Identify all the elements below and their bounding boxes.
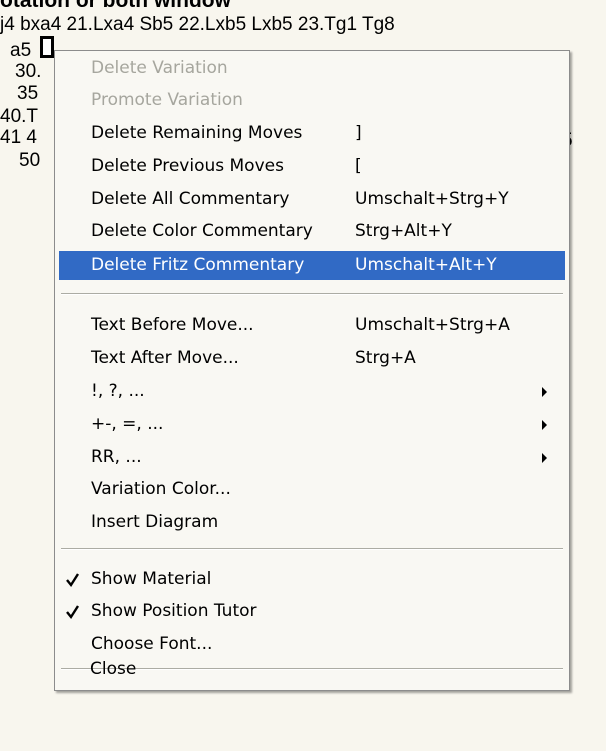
menu-item-shortcut: Umschalt+Strg+Y	[355, 189, 509, 209]
menu-item-label: Insert Diagram	[91, 512, 219, 532]
menu-item-label: Promote Variation	[91, 90, 243, 110]
menu-item-shortcut: Umschalt+Strg+A	[355, 315, 510, 335]
menu-item-text-before-move[interactable]: Text Before Move... Umschalt+Strg+A	[59, 311, 565, 340]
move-line[interactable]: 41 4	[0, 126, 37, 150]
menu-item-insert-diagram[interactable]: Insert Diagram	[59, 508, 565, 537]
menu-separator	[61, 548, 563, 550]
menu-item-label: Delete All Commentary	[91, 189, 290, 209]
menu-item-shortcut: Umschalt+Alt+Y	[355, 255, 497, 275]
menu-item-label: Delete Previous Moves	[91, 156, 284, 176]
menu-item-delete-color-commentary[interactable]: Delete Color Commentary Strg+Alt+Y	[59, 217, 565, 246]
menu-item-delete-remaining-moves[interactable]: Delete Remaining Moves ]	[59, 119, 565, 148]
menu-item-label: !, ?, ...	[91, 381, 145, 401]
menu-item-text-after-move[interactable]: Text After Move... Strg+A	[59, 344, 565, 373]
menu-item-label: Show Position Tutor	[91, 601, 257, 621]
menu-item-show-material[interactable]: Show Material	[59, 565, 565, 594]
menu-item-delete-variation[interactable]: Delete Variation	[59, 54, 565, 83]
menu-item-label: RR, ...	[91, 447, 142, 467]
submenu-arrow-icon	[542, 387, 547, 397]
menu-item-label: Show Material	[91, 569, 212, 589]
menu-item-label: Delete Color Commentary	[91, 221, 313, 241]
menu-item-label: Delete Remaining Moves	[91, 123, 303, 143]
menu-item-delete-all-commentary[interactable]: Delete All Commentary Umschalt+Strg+Y	[59, 185, 565, 214]
menu-item-label: Delete Variation	[91, 58, 228, 78]
move-line[interactable]: 50	[19, 149, 40, 173]
menu-item-shortcut: ]	[355, 123, 362, 143]
page-heading: otation or both window	[0, 0, 231, 12]
checkmark-icon	[66, 605, 80, 620]
menu-separator	[61, 293, 563, 295]
menu-item-label: Text After Move...	[91, 348, 239, 368]
menu-item-rr-symbols[interactable]: RR, ...	[59, 443, 565, 472]
menu-item-variation-color[interactable]: Variation Color...	[59, 475, 565, 504]
menu-item-move-annotations[interactable]: !, ?, ...	[59, 377, 565, 406]
menu-item-label: Close	[90, 659, 137, 679]
move-line[interactable]: j4 bxa4 21.Lxa4 Sb5 22.Lxb5 Lxb5 23.Tg1 …	[0, 13, 395, 37]
context-menu: Delete Variation Promote Variation Delet…	[54, 50, 570, 691]
menu-item-delete-previous-moves[interactable]: Delete Previous Moves [	[59, 152, 565, 181]
menu-item-label: Variation Color...	[91, 479, 231, 499]
menu-item-show-position-tutor[interactable]: Show Position Tutor	[59, 597, 565, 626]
menu-item-close[interactable]: Close	[58, 655, 564, 684]
menu-item-shortcut: Strg+A	[355, 348, 416, 368]
move-line[interactable]: 30.	[15, 60, 41, 84]
submenu-arrow-icon	[542, 453, 547, 463]
menu-item-promote-variation[interactable]: Promote Variation	[59, 86, 565, 115]
menu-item-shortcut: [	[355, 156, 362, 176]
menu-item-label: Delete Fritz Commentary	[91, 255, 305, 275]
checkmark-icon	[66, 573, 80, 588]
menu-item-shortcut: Strg+Alt+Y	[355, 221, 452, 241]
menu-item-delete-fritz-commentary[interactable]: Delete Fritz Commentary Umschalt+Alt+Y	[59, 251, 565, 280]
current-move-cursor	[40, 36, 54, 58]
submenu-arrow-icon	[542, 420, 547, 430]
menu-item-position-evaluations[interactable]: +-, =, ...	[59, 410, 565, 439]
menu-item-label: Text Before Move...	[91, 315, 254, 335]
move-line[interactable]: 35	[17, 82, 38, 106]
menu-item-label: +-, =, ...	[91, 414, 164, 434]
